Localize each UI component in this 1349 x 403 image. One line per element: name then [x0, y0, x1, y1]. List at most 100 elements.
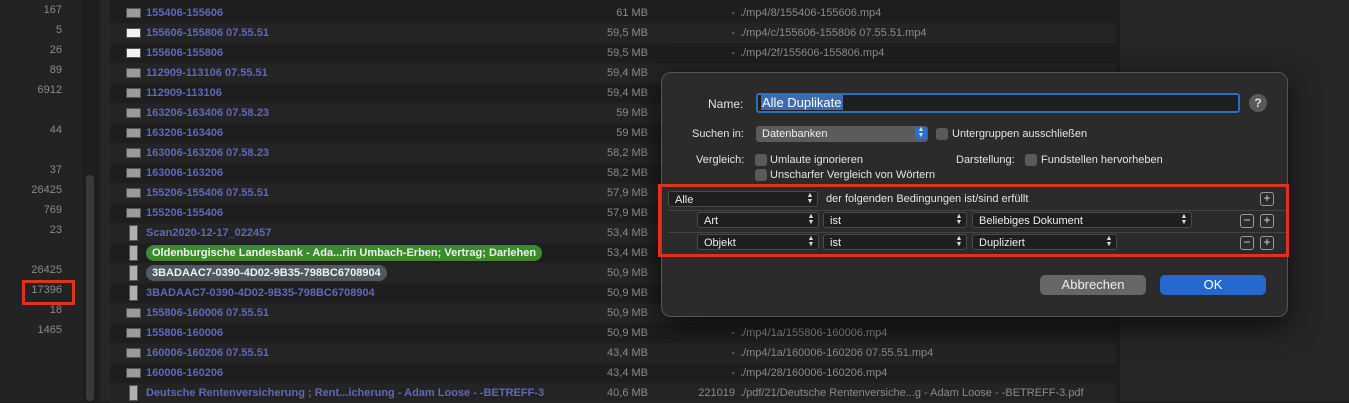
file-size: 59,5 MB: [607, 47, 648, 59]
file-name[interactable]: 155606-155806: [146, 43, 223, 63]
add-condition-button[interactable]: +: [1260, 214, 1274, 228]
file-path: ./mp4/c/155606-155806 07.55.51.mp4: [740, 27, 927, 39]
remove-condition-button[interactable]: −: [1240, 236, 1254, 250]
file-name[interactable]: 155806-160006: [146, 323, 223, 343]
popup-arrows-icon: ▲ ▼: [915, 126, 927, 139]
file-name[interactable]: 163206-163406: [146, 123, 223, 143]
file-name[interactable]: 163006-163206 07.58.23: [146, 143, 269, 163]
file-name[interactable]: 160006-160206: [146, 363, 223, 383]
file-info: -: [731, 27, 735, 39]
file-name[interactable]: 3BADAAC7-0390-4D02-9B35-798BC6708904: [146, 283, 375, 303]
add-condition-button[interactable]: +: [1260, 236, 1274, 250]
file-size: 43,4 MB: [607, 347, 648, 359]
file-row[interactable]: 160006-160206 43,4 MB - ./mp4/28/160006-160…: [110, 363, 1116, 383]
match-text: der folgenden Bedingungen ist/sind erfül…: [826, 193, 1029, 205]
search-in-popup[interactable]: Datenbanken ▲ ▼: [756, 126, 928, 142]
match-mode-popup[interactable]: Alle ▲ ▼: [668, 191, 818, 207]
item-count: 89: [49, 64, 62, 76]
display-label: Darstellung:: [956, 154, 1015, 166]
item-count: 26425: [31, 184, 62, 196]
match-mode-value: Alle: [675, 194, 694, 206]
video-icon: [126, 148, 141, 158]
item-count: 44: [49, 124, 62, 136]
file-name[interactable]: 155806-160006 07.55.51: [146, 303, 269, 323]
condition-operator-popup[interactable]: ist ▲ ▼: [823, 212, 967, 228]
add-condition-button[interactable]: +: [1260, 192, 1274, 206]
file-size: 50,9 MB: [607, 307, 648, 319]
file-name[interactable]: 163206-163406 07.58.23: [146, 103, 269, 123]
item-count: 37: [49, 164, 62, 176]
document-icon: [129, 225, 138, 241]
condition-divider: [668, 210, 1286, 211]
file-row[interactable]: 155806-160006 50,9 MB - ./mp4/1a/155806-160…: [110, 323, 1116, 343]
file-row[interactable]: 160006-160206 07.55.51 43,4 MB - ./mp4/1a/1…: [110, 343, 1116, 363]
highlight-occurrences-checkbox[interactable]: [1025, 154, 1037, 166]
condition-field-popup[interactable]: Objekt ▲ ▼: [697, 234, 819, 250]
video-icon: [126, 128, 141, 138]
name-label: Name:: [708, 97, 744, 111]
condition-operator-value: ist: [830, 215, 841, 227]
file-name[interactable]: Oldenburgische Landesbank - Ada...rin Um…: [146, 245, 543, 261]
file-size: 40,6 MB: [607, 387, 648, 399]
video-icon: [126, 68, 141, 78]
file-name[interactable]: 155206-155406 07.55.51: [146, 183, 269, 203]
file-row[interactable]: 155606-155806 59,5 MB - ./mp4/2f/155606-155…: [110, 43, 1116, 63]
compare-label: Vergleich:: [696, 154, 745, 166]
file-size: 57,9 MB: [607, 207, 648, 219]
fuzzy-compare-checkbox[interactable]: [755, 169, 767, 181]
cancel-button[interactable]: Abbrechen: [1040, 275, 1146, 295]
video-icon: [126, 108, 141, 118]
exclude-subgroups-checkbox[interactable]: [936, 128, 948, 140]
count-highlight: [22, 280, 75, 305]
file-size: 58,2 MB: [607, 147, 648, 159]
condition-field-value: Art: [704, 215, 719, 227]
condition-field-popup[interactable]: Art ▲ ▼: [697, 212, 819, 228]
ignore-umlauts-label: Umlaute ignorieren: [770, 154, 863, 166]
condition-divider: [668, 232, 1286, 233]
popup-arrows-icon: ▲ ▼: [1105, 235, 1113, 248]
file-name[interactable]: 160006-160206 07.55.51: [146, 343, 269, 363]
file-info: -: [731, 327, 735, 339]
condition-value-popup[interactable]: Beliebiges Dokument ▲ ▼: [972, 212, 1192, 228]
condition-value-popup[interactable]: Dupliziert ▲ ▼: [972, 234, 1117, 250]
help-button[interactable]: ?: [1249, 94, 1267, 112]
remove-condition-button[interactable]: −: [1240, 214, 1254, 228]
video-icon: [126, 48, 141, 58]
file-name[interactable]: 163006-163206: [146, 163, 223, 183]
file-name[interactable]: 112909-113106 07.55.51: [146, 63, 268, 83]
file-size: 53,4 MB: [607, 247, 648, 259]
file-row[interactable]: 155406-155606 61 MB - ./mp4/8/155406-155606…: [110, 3, 1116, 23]
file-size: 59,5 MB: [607, 27, 648, 39]
count-column: 167 5 26 89 6912 44 37 26425 769 23 26425 17396 18 14…: [0, 0, 82, 401]
file-size: 59,4 MB: [607, 87, 648, 99]
file-name[interactable]: 155606-155806 07.55.51: [146, 23, 269, 43]
condition-value: Dupliziert: [979, 237, 1025, 249]
file-size: 50,9 MB: [607, 287, 648, 299]
condition-operator-value: ist: [830, 237, 841, 249]
file-size: 59 MB: [616, 107, 648, 119]
search-in-label: Suchen in:: [692, 128, 744, 140]
file-name[interactable]: 112909-113106: [146, 83, 222, 103]
search-in-value: Datenbanken: [762, 128, 828, 140]
file-name[interactable]: 3BADAAC7-0390-4D02-9B35-798BC6708904: [146, 265, 387, 281]
ok-button[interactable]: OK: [1160, 275, 1266, 295]
name-input[interactable]: Alle Duplikate: [756, 93, 1240, 113]
popup-arrows-icon: ▲ ▼: [955, 213, 963, 226]
name-input-value: Alle Duplikate: [761, 95, 843, 110]
file-name[interactable]: 155206-155406: [146, 203, 223, 223]
popup-arrows-icon: ▲ ▼: [807, 213, 815, 226]
file-row[interactable]: 155606-155806 07.55.51 59,5 MB - ./mp4/c/15…: [110, 23, 1116, 43]
condition-operator-popup[interactable]: ist ▲ ▼: [823, 234, 967, 250]
file-info: 221019: [698, 387, 735, 399]
file-size: 43,4 MB: [607, 367, 648, 379]
scrollbar[interactable]: [86, 175, 94, 401]
file-name[interactable]: Scan2020-12-17_022457: [146, 223, 271, 243]
file-row[interactable]: Deutsche Rentenversicherung ; Rent...ich…: [110, 383, 1116, 403]
file-path: ./mp4/2f/155606-155806.mp4: [740, 47, 885, 59]
file-name[interactable]: Deutsche Rentenversicherung ; Rent...ich…: [146, 383, 544, 403]
exclude-subgroups-label: Untergruppen ausschließen: [952, 128, 1088, 140]
file-size: 50,9 MB: [607, 327, 648, 339]
file-path: ./mp4/1a/155806-160006.mp4: [740, 327, 888, 339]
file-name[interactable]: 155406-155606: [146, 3, 223, 23]
ignore-umlauts-checkbox[interactable]: [755, 154, 767, 166]
